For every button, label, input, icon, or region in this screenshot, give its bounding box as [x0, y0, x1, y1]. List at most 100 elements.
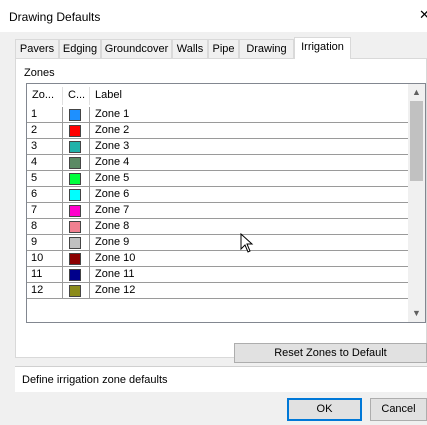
- zone-number: 10: [31, 252, 44, 264]
- zone-label[interactable]: Zone 3: [95, 140, 129, 152]
- tab-groundcover[interactable]: Groundcover: [101, 39, 172, 58]
- grid-header: Zo... C... Label: [27, 84, 409, 107]
- zone-number: 4: [31, 156, 38, 168]
- cell-divider: [89, 235, 90, 251]
- zone-color-swatch[interactable]: [69, 269, 81, 281]
- zone-color-swatch[interactable]: [69, 189, 81, 201]
- zone-label[interactable]: Zone 11: [95, 268, 135, 280]
- cell-divider: [89, 187, 90, 203]
- table-row[interactable]: 5 Zone 5: [27, 171, 409, 187]
- zone-label[interactable]: Zone 5: [95, 172, 129, 184]
- table-row[interactable]: 11 Zone 11: [27, 267, 409, 283]
- irrigation-panel: Zones Zo... C... Label 1 Zone 1 2 Zone 2…: [15, 58, 427, 363]
- zone-color-swatch[interactable]: [69, 157, 81, 169]
- table-row[interactable]: 3 Zone 3: [27, 139, 409, 155]
- table-row[interactable]: 4 Zone 4: [27, 155, 409, 171]
- zone-label[interactable]: Zone 6: [95, 188, 129, 200]
- zone-number: 11: [31, 268, 43, 280]
- reset-zones-button[interactable]: Reset Zones to Default: [234, 343, 427, 363]
- cell-divider: [62, 155, 63, 171]
- tab-pavers[interactable]: Pavers: [15, 39, 59, 58]
- zone-label[interactable]: Zone 1: [95, 108, 129, 120]
- cell-divider: [89, 203, 90, 219]
- zones-section-label: Zones: [24, 67, 55, 79]
- zone-color-swatch[interactable]: [69, 205, 81, 217]
- zone-number: 9: [31, 236, 38, 248]
- zones-grid[interactable]: Zo... C... Label 1 Zone 1 2 Zone 2 3 Zon…: [26, 83, 426, 323]
- cell-divider: [89, 107, 90, 123]
- tab-pipe[interactable]: Pipe: [208, 39, 239, 58]
- tab-irrigation[interactable]: Irrigation: [294, 37, 351, 59]
- zone-number: 12: [31, 284, 44, 296]
- ok-button[interactable]: OK: [287, 398, 362, 421]
- zone-number: 3: [31, 140, 38, 152]
- cell-divider: [62, 251, 63, 267]
- description-panel: Define irrigation zone defaults: [15, 366, 427, 392]
- zone-color-swatch[interactable]: [69, 285, 81, 297]
- zone-number: 7: [31, 204, 38, 216]
- zone-color-swatch[interactable]: [69, 141, 81, 153]
- cell-divider: [62, 139, 63, 155]
- cell-divider: [89, 123, 90, 139]
- vertical-scrollbar[interactable]: ▲ ▼: [408, 84, 425, 322]
- zone-color-swatch[interactable]: [69, 253, 81, 265]
- cell-divider: [62, 171, 63, 187]
- cell-divider: [89, 267, 90, 283]
- zone-label[interactable]: Zone 4: [95, 156, 129, 168]
- zone-color-swatch[interactable]: [69, 221, 81, 233]
- zone-color-swatch[interactable]: [69, 109, 81, 121]
- scroll-down-arrow-icon[interactable]: ▼: [408, 305, 425, 322]
- zone-label[interactable]: Zone 10: [95, 252, 135, 264]
- zone-label[interactable]: Zone 12: [95, 284, 135, 296]
- table-row[interactable]: 7 Zone 7: [27, 203, 409, 219]
- window-title: Drawing Defaults: [9, 10, 101, 24]
- column-divider[interactable]: [62, 87, 63, 105]
- column-header-label[interactable]: Label: [95, 89, 122, 101]
- scroll-up-arrow-icon[interactable]: ▲: [408, 84, 425, 101]
- tab-walls[interactable]: Walls: [172, 39, 208, 58]
- column-divider[interactable]: [89, 87, 90, 105]
- cell-divider: [62, 219, 63, 235]
- column-header-color[interactable]: C...: [68, 89, 85, 101]
- cell-divider: [62, 267, 63, 283]
- zone-number: 1: [31, 108, 38, 120]
- cell-divider: [62, 107, 63, 123]
- table-row[interactable]: 1 Zone 1: [27, 107, 409, 123]
- zone-number: 6: [31, 188, 38, 200]
- title-bar: Drawing Defaults ✕: [0, 0, 427, 32]
- scroll-thumb[interactable]: [410, 101, 423, 181]
- zone-label[interactable]: Zone 9: [95, 236, 129, 248]
- zone-color-swatch[interactable]: [69, 125, 81, 137]
- cell-divider: [89, 251, 90, 267]
- table-row[interactable]: 2 Zone 2: [27, 123, 409, 139]
- cell-divider: [62, 123, 63, 139]
- cell-divider: [89, 283, 90, 299]
- cell-divider: [89, 219, 90, 235]
- table-row[interactable]: 9 Zone 9: [27, 235, 409, 251]
- cell-divider: [89, 139, 90, 155]
- table-row[interactable]: 12 Zone 12: [27, 283, 409, 299]
- table-row[interactable]: 10 Zone 10: [27, 251, 409, 267]
- zone-color-swatch[interactable]: [69, 237, 81, 249]
- zone-number: 5: [31, 172, 38, 184]
- zone-color-swatch[interactable]: [69, 173, 81, 185]
- cell-divider: [62, 283, 63, 299]
- close-icon[interactable]: ✕: [419, 8, 427, 22]
- cell-divider: [62, 187, 63, 203]
- table-row[interactable]: 8 Zone 8: [27, 219, 409, 235]
- tab-drawing[interactable]: Drawing: [239, 39, 294, 58]
- column-header-zone[interactable]: Zo...: [32, 89, 54, 101]
- zone-number: 2: [31, 124, 38, 136]
- zone-label[interactable]: Zone 2: [95, 124, 129, 136]
- tab-edging[interactable]: Edging: [59, 39, 101, 58]
- cell-divider: [62, 235, 63, 251]
- cancel-button[interactable]: Cancel: [370, 398, 427, 421]
- mouse-cursor-icon: [240, 233, 254, 253]
- description-text: Define irrigation zone defaults: [22, 374, 168, 386]
- cell-divider: [89, 155, 90, 171]
- zone-label[interactable]: Zone 8: [95, 220, 129, 232]
- cell-divider: [62, 203, 63, 219]
- table-row[interactable]: 6 Zone 6: [27, 187, 409, 203]
- zone-label[interactable]: Zone 7: [95, 204, 129, 216]
- cell-divider: [89, 171, 90, 187]
